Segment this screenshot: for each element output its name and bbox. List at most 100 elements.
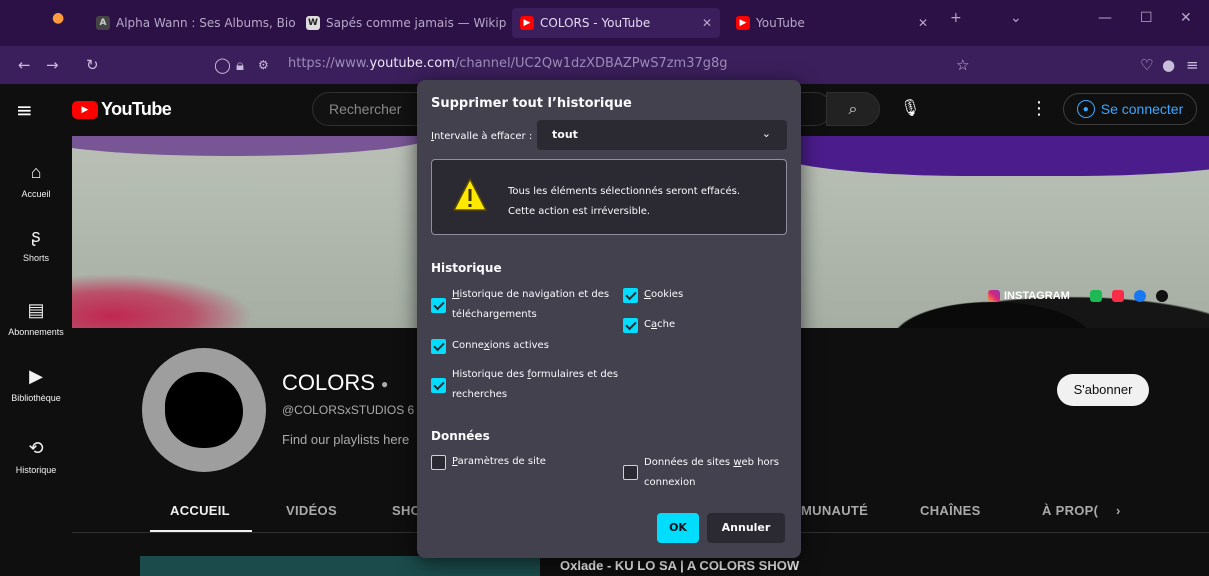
youtube-play-icon: ▶: [72, 100, 98, 119]
url-bar[interactable]: https://www.youtube.com/channel/UC2Qw1dz…: [288, 56, 728, 71]
maximize-icon[interactable]: ☐: [1140, 10, 1153, 26]
cancel-button[interactable]: Annuler: [707, 513, 785, 543]
settings-kebab-icon[interactable]: ⋮: [1030, 98, 1048, 119]
cache-checkbox[interactable]: Cache: [623, 315, 675, 335]
avatar-blob: [165, 372, 243, 448]
history-icon: ⟲: [28, 438, 44, 458]
time-range-select[interactable]: tout ⌄: [537, 120, 787, 150]
checkbox-label: Paramètres de site: [452, 452, 546, 472]
sidebar-item-abonnements[interactable]: ▤ Abonnements: [0, 300, 72, 337]
minimize-icon[interactable]: —: [1098, 10, 1112, 26]
sidebar-item-label: Abonnements: [8, 327, 64, 337]
forward-icon[interactable]: →: [46, 56, 59, 74]
instagram-link[interactable]: INSTAGRAM: [988, 290, 1070, 302]
channel-handle-suffix: 6: [407, 403, 415, 417]
bookmark-star-icon[interactable]: ☆: [956, 56, 969, 74]
form-history-checkbox[interactable]: Historique des formulaires et des recherc…: [431, 365, 631, 405]
youtube-logo[interactable]: ▶ YouTube: [72, 99, 172, 120]
youtube-logo-text: YouTube: [101, 99, 172, 119]
permissions-icon[interactable]: ⚙: [258, 58, 269, 72]
reload-icon[interactable]: ↻: [86, 56, 99, 74]
label-text: Données de sites: [644, 457, 734, 468]
close-tab-icon[interactable]: ✕: [694, 16, 720, 30]
apple-music-icon[interactable]: [1111, 290, 1124, 302]
featured-video-title[interactable]: Oxlade - KU LO SA | A COLORS SHOW: [560, 558, 799, 573]
sidebar-item-historique[interactable]: ⟲ Historique: [0, 438, 72, 475]
active-logins-checkbox[interactable]: Connexions actives: [431, 336, 549, 356]
tab-a-propos[interactable]: À PROP(: [1042, 503, 1098, 518]
list-tabs-icon[interactable]: ⌄: [1010, 10, 1022, 26]
library-icon: ▶: [29, 366, 43, 386]
checkbox-checked-icon: [431, 298, 446, 313]
label-text: ormulaires et des: [530, 369, 619, 380]
browser-tab-youtube[interactable]: ▶ YouTube ✕: [728, 8, 936, 38]
pocket-icon[interactable]: ♡: [1140, 56, 1153, 74]
url-path: /channel/UC2Qw1dzXDBAZPwS7zm37g8g: [454, 56, 728, 71]
channel-name: COLORS ●: [282, 370, 388, 396]
tiktok-icon[interactable]: [1155, 290, 1168, 302]
tab-chaines[interactable]: CHAÎNES: [920, 503, 981, 518]
label-text-line2: connexion: [644, 477, 696, 488]
sidebar-item-accueil[interactable]: ⌂ Accueil: [0, 162, 72, 199]
firefox-view-icon[interactable]: ●: [52, 10, 64, 26]
sign-in-label: Se connecter: [1100, 101, 1184, 117]
facebook-icon[interactable]: [1133, 290, 1146, 302]
sign-in-button[interactable]: ● Se connecter: [1063, 93, 1197, 125]
menu-icon[interactable]: ≡: [1186, 56, 1199, 74]
accesskey: w: [733, 457, 742, 468]
browser-tab-alpha-wann[interactable]: A Alpha Wann : Ses Albums, Biog ✕: [96, 8, 296, 38]
checkbox-label: Données de sites web hors connexion: [644, 453, 779, 493]
channel-links: INSTAGRAM: [988, 290, 1168, 302]
spotify-icon[interactable]: [1089, 290, 1102, 302]
checkbox-checked-icon: [623, 288, 638, 303]
sidebar-item-shorts[interactable]: ʂ Shorts: [0, 226, 72, 263]
browser-nav-bar: ← → ↻ ◯ 🔒︎ ⚙ https://www.youtube.com/cha…: [0, 46, 1209, 84]
subscribe-button[interactable]: S'abonner: [1057, 374, 1149, 406]
tracking-protection-icon[interactable]: ◯: [214, 56, 231, 74]
data-section-heading: Données: [431, 429, 490, 443]
lock-icon[interactable]: 🔒︎: [236, 56, 244, 74]
tab-accueil[interactable]: ACCUEIL: [170, 503, 230, 518]
tab-label: YouTube: [756, 16, 805, 30]
label-text: C: [644, 319, 651, 330]
featured-video-thumbnail[interactable]: [140, 556, 540, 576]
tab-communaute[interactable]: MUNAUTÉ: [801, 503, 868, 518]
chevron-down-icon: ⌄: [761, 127, 771, 140]
warning-box: Tous les éléments sélectionnés seront ef…: [431, 159, 787, 235]
verified-icon: ●: [381, 377, 389, 392]
site-settings-checkbox[interactable]: Paramètres de site: [431, 452, 546, 472]
sidebar-item-bibliotheque[interactable]: ▶ Bibliothèque: [0, 366, 72, 403]
shorts-icon: ʂ: [31, 226, 41, 246]
close-window-icon[interactable]: ✕: [1180, 10, 1192, 26]
tab-videos[interactable]: VIDÉOS: [286, 503, 337, 518]
checkbox-label: Cookies: [644, 285, 683, 305]
label-text: ookies: [650, 289, 684, 300]
browsing-history-checkbox[interactable]: Historique de navigation et des télécharg…: [431, 285, 621, 325]
warning-icon: [453, 178, 487, 211]
tab-favicon: W: [306, 16, 320, 30]
tabs-scroll-right-icon[interactable]: ›: [1116, 503, 1121, 518]
time-range-value: tout: [552, 128, 578, 141]
browser-tab-colors[interactable]: ▶ COLORS - YouTube ✕: [512, 8, 720, 38]
guide-menu-icon[interactable]: ≡: [16, 98, 33, 122]
new-tab-icon[interactable]: +: [950, 10, 962, 26]
subscriptions-icon: ▤: [27, 300, 45, 320]
clear-history-dialog: Supprimer tout l’historique Intervalle à…: [417, 80, 801, 558]
microphone-icon[interactable]: 🎙︎: [900, 98, 920, 117]
close-tab-icon[interactable]: ✕: [910, 16, 936, 30]
checkbox-label: Cache: [644, 315, 675, 335]
accesskey: C: [644, 289, 651, 300]
search-button[interactable]: ⌕: [826, 92, 880, 126]
offline-data-checkbox[interactable]: Données de sites web hors connexion: [623, 453, 793, 493]
label-text: Historique des: [452, 369, 528, 380]
warning-text: Tous les éléments sélectionnés seront ef…: [508, 182, 740, 222]
instagram-icon: [988, 290, 1000, 302]
ok-button[interactable]: OK: [657, 513, 699, 543]
checkbox-checked-icon: [431, 378, 446, 393]
back-icon[interactable]: ←: [18, 56, 31, 74]
account-icon[interactable]: ●: [1162, 56, 1175, 74]
browser-tab-sapes[interactable]: W Sapés comme jamais — Wikipé ✕: [306, 8, 506, 38]
cookies-checkbox[interactable]: Cookies: [623, 285, 683, 305]
channel-description[interactable]: Find our playlists here: [282, 432, 409, 447]
label-text: eb hors: [741, 457, 779, 468]
